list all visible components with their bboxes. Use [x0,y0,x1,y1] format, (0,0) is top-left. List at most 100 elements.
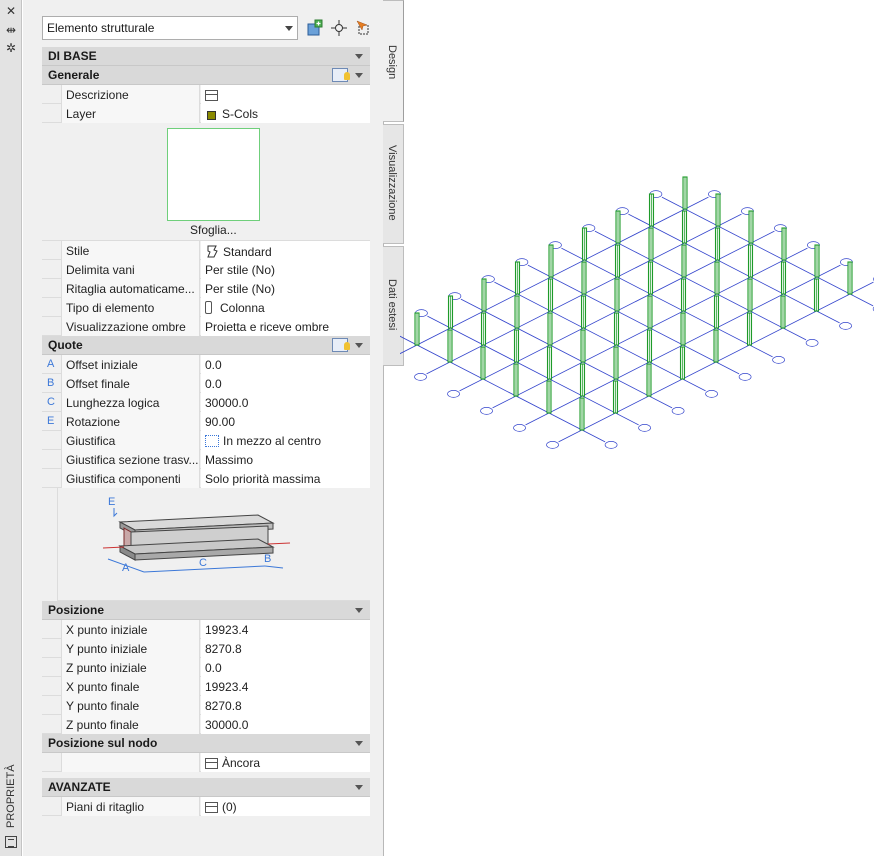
chevron-down-icon[interactable] [355,54,363,59]
add-selection-icon[interactable] [306,19,324,37]
grid-bubble [546,441,559,449]
section-di-base[interactable]: DI BASE [42,47,370,66]
column-icon [205,301,212,314]
property-row-stile[interactable]: Stile Standard [42,241,370,260]
diagram-label-a: A [122,562,130,574]
table-icon[interactable] [205,90,218,101]
property-value[interactable]: 30000.0 [201,715,370,734]
property-row-descrizione[interactable]: Descrizione [42,85,370,104]
palette-settings-icon[interactable]: ✲ [4,41,18,55]
property-value[interactable]: Solo priorità massima [201,469,370,488]
selection-toolbar: Elemento strutturale [42,16,392,40]
property-row-rotazione[interactable]: E Rotazione 90.00 [42,412,370,431]
chevron-down-icon[interactable] [355,608,363,613]
grid-bubble [414,373,427,381]
tab-label: Design [386,45,398,80]
palette-title-strip: ✕ ⇹ ✲ PROPRIETÀ [0,0,22,856]
property-row-delimita-vani[interactable]: Delimita vani Per stile (No) [42,260,370,279]
property-value[interactable]: 19923.4 [201,620,370,639]
property-row-giustifica[interactable]: Giustifica In mezzo al centro [42,431,370,450]
section-avanzate[interactable]: AVANZATE [42,778,370,797]
property-row-y-finale[interactable]: Y punto finale 8270.8 [42,696,370,715]
property-value[interactable]: Àncora [201,753,370,772]
property-row-layer[interactable]: Layer S-Cols [42,104,370,123]
property-row-offset-iniziale[interactable]: A Offset iniziale 0.0 [42,355,370,374]
section-quote[interactable]: Quote [42,336,370,355]
dimension-letter: A [47,358,55,370]
property-row-ancora[interactable]: Àncora [42,753,370,772]
property-value[interactable]: 30000.0 [201,393,370,412]
structural-grid-model-view[interactable] [400,140,874,470]
property-value[interactable] [201,85,370,104]
property-value[interactable]: Proietta e riceve ombre [201,317,370,336]
property-row-ombre[interactable]: Visualizzazione ombre Proietta e riceve … [42,317,370,336]
property-name: Giustifica [61,431,200,450]
section-title: Posizione sul nodo [48,736,158,750]
chevron-down-icon[interactable] [355,73,363,78]
property-value[interactable]: (0) [201,797,370,816]
quick-properties-icon[interactable] [332,338,350,352]
property-value[interactable]: Massimo [201,450,370,469]
property-value[interactable]: 90.00 [201,412,370,431]
section-generale[interactable]: Generale [42,66,370,85]
property-row-z-iniziale[interactable]: Z punto iniziale 0.0 [42,658,370,677]
property-row-x-finale[interactable]: X punto finale 19923.4 [42,677,370,696]
quick-select-icon[interactable] [330,19,348,37]
property-value[interactable]: Standard [201,241,370,260]
browse-link[interactable]: Sfoglia... [190,223,237,237]
palette-properties-icon[interactable] [5,836,17,848]
property-value[interactable]: 8270.8 [201,639,370,658]
property-value[interactable]: S-Cols [201,104,370,123]
justify-value: In mezzo al centro [223,434,322,448]
diagram-label-b: B [264,553,271,565]
property-row-offset-finale[interactable]: B Offset finale 0.0 [42,374,370,393]
object-type-dropdown[interactable]: Elemento strutturale [42,16,298,40]
property-name: Piani di ritaglio [61,797,200,816]
property-name: Delimita vani [61,260,200,279]
chevron-down-icon[interactable] [355,343,363,348]
section-posizione[interactable]: Posizione [42,601,370,620]
property-row-giustifica-sezione[interactable]: Giustifica sezione trasv... Massimo [42,450,370,469]
select-objects-icon[interactable] [354,19,372,37]
property-row-lunghezza-logica[interactable]: C Lunghezza logica 30000.0 [42,393,370,412]
chevron-down-icon[interactable] [355,741,363,746]
property-value[interactable]: 19923.4 [201,677,370,696]
property-row-ritaglia[interactable]: Ritaglia automaticame... Per stile (No) [42,279,370,298]
tab-design[interactable]: Design [383,0,404,122]
property-value[interactable]: 8270.8 [201,696,370,715]
dimension-diagram: E A C B [57,488,370,601]
table-icon[interactable] [205,802,218,813]
property-row-piani-ritaglio[interactable]: Piani di ritaglio (0) [42,797,370,816]
property-value[interactable]: Per stile (No) [201,260,370,279]
property-value[interactable]: 0.0 [201,355,370,374]
property-row-giustifica-componenti[interactable]: Giustifica componenti Solo priorità mass… [42,469,370,488]
property-value[interactable]: In mezzo al centro [201,431,370,450]
grid-line [400,196,709,355]
section-title: Posizione [48,603,105,617]
property-name: Tipo di elemento [61,298,200,317]
property-name: Y punto finale [61,696,200,715]
property-row-x-iniziale[interactable]: X punto iniziale 19923.4 [42,620,370,639]
property-value[interactable]: Per stile (No) [201,279,370,298]
auto-hide-icon[interactable]: ⇹ [4,23,18,37]
property-name: Lunghezza logica [61,393,200,412]
table-icon[interactable] [205,758,218,769]
property-row-z-finale[interactable]: Z punto finale 30000.0 [42,715,370,734]
property-grid: DI BASE Generale Descrizione Layer S-Col… [42,47,370,816]
grid-line [628,213,840,324]
quick-properties-icon[interactable] [332,68,350,82]
grid-bubble [772,356,785,364]
tab-label: Dati estesi [386,279,398,331]
layer-color-icon [207,111,216,120]
property-row-tipo-elemento[interactable]: Tipo di elemento Colonna [42,298,370,317]
close-icon[interactable]: ✕ [4,4,18,18]
chevron-down-icon[interactable] [355,785,363,790]
section-posizione-nodo[interactable]: Posizione sul nodo [42,734,370,753]
grid-bubble [447,390,460,398]
property-value[interactable]: 0.0 [201,374,370,393]
clip-planes-value: (0) [222,800,237,814]
property-value[interactable]: Colonna [201,298,370,317]
property-value[interactable]: 0.0 [201,658,370,677]
grid-bubble [604,441,618,449]
property-row-y-iniziale[interactable]: Y punto iniziale 8270.8 [42,639,370,658]
